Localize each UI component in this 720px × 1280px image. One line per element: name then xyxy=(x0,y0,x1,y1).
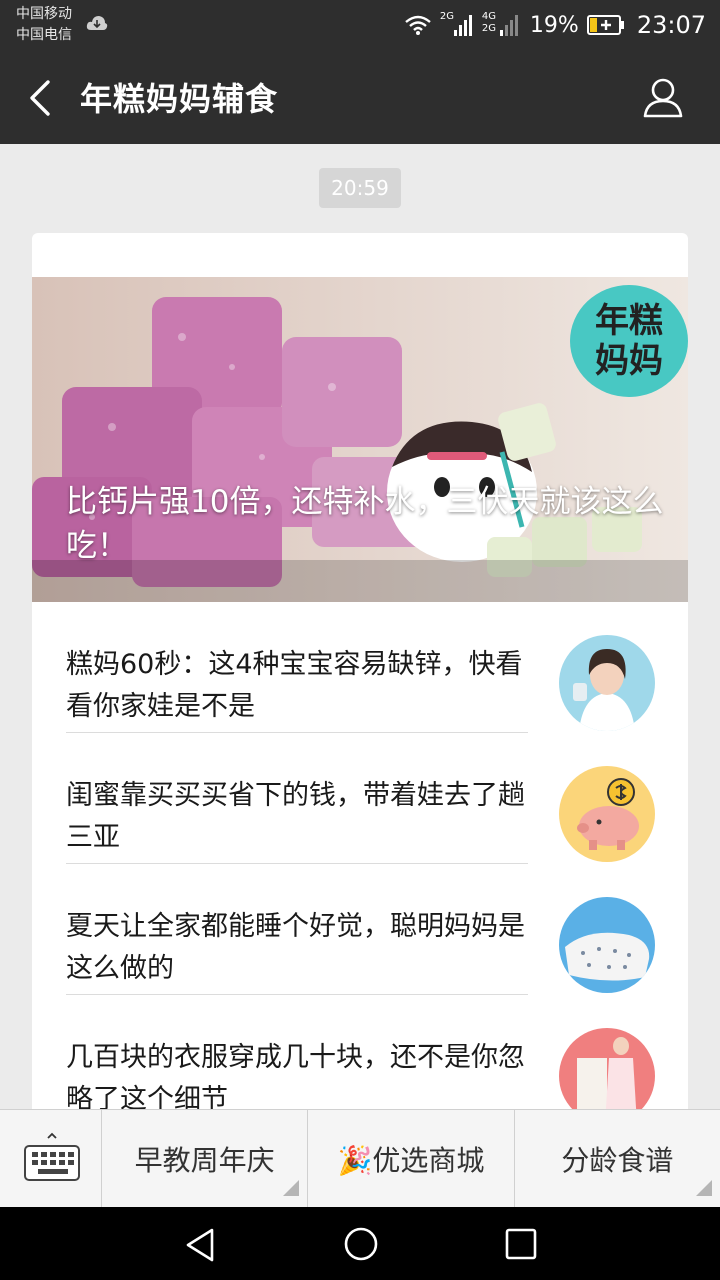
submenu-indicator-icon xyxy=(695,1180,712,1196)
news-list: 糕妈60秒：这4种宝宝容易缺锌，快看看你家娃是不是 闺蜜靠买买买省下的钱，带着娃… xyxy=(32,602,688,1126)
menu-label: 🎉优选商城 xyxy=(337,1144,485,1177)
brand-logo-line-1: 年糕 xyxy=(595,301,663,341)
news-item-1[interactable]: 糕妈60秒：这4种宝宝容易缺锌，快看看你家娃是不是 xyxy=(32,602,688,733)
battery-icon xyxy=(586,15,624,35)
news-thumbnail xyxy=(559,635,655,731)
menu-bar: 早教周年庆 🎉优选商城 分龄食谱 xyxy=(0,1109,720,1208)
signal-1: 2G xyxy=(440,11,474,37)
status-bar: 中国移动 中国电信 2G 4G 2G 19% 23:07 xyxy=(0,0,720,50)
piggy-bank-thumbnail xyxy=(559,766,655,862)
hero-title: 比钙片强10倍，还特补水，三伏天就该这么吃！ xyxy=(66,484,664,564)
news-item-3[interactable]: 夏天让全家都能睡个好觉，聪明妈妈是这么做的 xyxy=(32,864,688,995)
article-card: 年糕 妈妈 比钙片强10倍，还特补水，三伏天就该这么吃！ 糕妈60秒：这4种宝宝… xyxy=(32,233,688,1133)
back-arrow-icon[interactable] xyxy=(24,78,56,118)
menu-early-education[interactable]: 早教周年庆 xyxy=(102,1110,309,1208)
status-right: 2G 4G 2G 19% 23:07 xyxy=(404,10,706,40)
news-title: 闺蜜靠买买买省下的钱，带着娃去了趟三亚 xyxy=(66,780,525,853)
page-title: 年糕妈妈辅食 xyxy=(80,80,279,118)
android-nav-bar xyxy=(0,1207,720,1280)
menu-label: 早教周年庆 xyxy=(134,1144,275,1177)
hero-article[interactable]: 年糕 妈妈 比钙片强10倍，还特补水，三伏天就该这么吃！ xyxy=(32,277,688,602)
nav-home-icon[interactable] xyxy=(343,1226,379,1262)
message-timestamp: 20:59 xyxy=(319,168,401,208)
keyboard-toggle[interactable] xyxy=(0,1110,102,1208)
submenu-indicator-icon xyxy=(283,1180,300,1196)
title-bar: 年糕妈妈辅食 xyxy=(0,50,720,144)
nav-back-icon[interactable] xyxy=(184,1227,216,1263)
battery-percent: 19% xyxy=(529,12,579,38)
menu-recipes[interactable]: 分龄食谱 xyxy=(515,1110,720,1208)
brand-logo: 年糕 妈妈 xyxy=(570,285,688,397)
profile-icon[interactable] xyxy=(642,76,684,118)
wifi-icon xyxy=(405,15,431,35)
brand-logo-line-2: 妈妈 xyxy=(595,341,663,381)
clock: 23:07 xyxy=(636,11,706,39)
news-title: 夏天让全家都能睡个好觉，聪明妈妈是这么做的 xyxy=(66,911,525,984)
cloud-icon xyxy=(86,16,108,30)
carrier-1: 中国移动 xyxy=(16,6,72,22)
signal-bars-icon xyxy=(453,15,472,36)
carrier-info: 中国移动 中国电信 xyxy=(16,4,72,46)
menu-mall[interactable]: 🎉优选商城 xyxy=(308,1110,515,1208)
signal-2: 4G 2G xyxy=(482,11,522,37)
news-title: 糕妈60秒：这4种宝宝容易缺锌，快看看你家娃是不是 xyxy=(66,649,523,722)
bedding-thumbnail xyxy=(559,897,655,993)
news-item-4[interactable]: 几百块的衣服穿成几十块，还不是你忽略了这个细节 xyxy=(32,995,688,1126)
keyboard-icon xyxy=(24,1132,80,1181)
nav-recent-apps-icon[interactable] xyxy=(505,1228,537,1260)
news-item-2[interactable]: 闺蜜靠买买买省下的钱，带着娃去了趟三亚 xyxy=(32,733,688,864)
signal-bars-2-icon xyxy=(499,15,518,36)
menu-label: 分龄食谱 xyxy=(561,1144,674,1177)
carrier-2: 中国电信 xyxy=(16,27,72,43)
